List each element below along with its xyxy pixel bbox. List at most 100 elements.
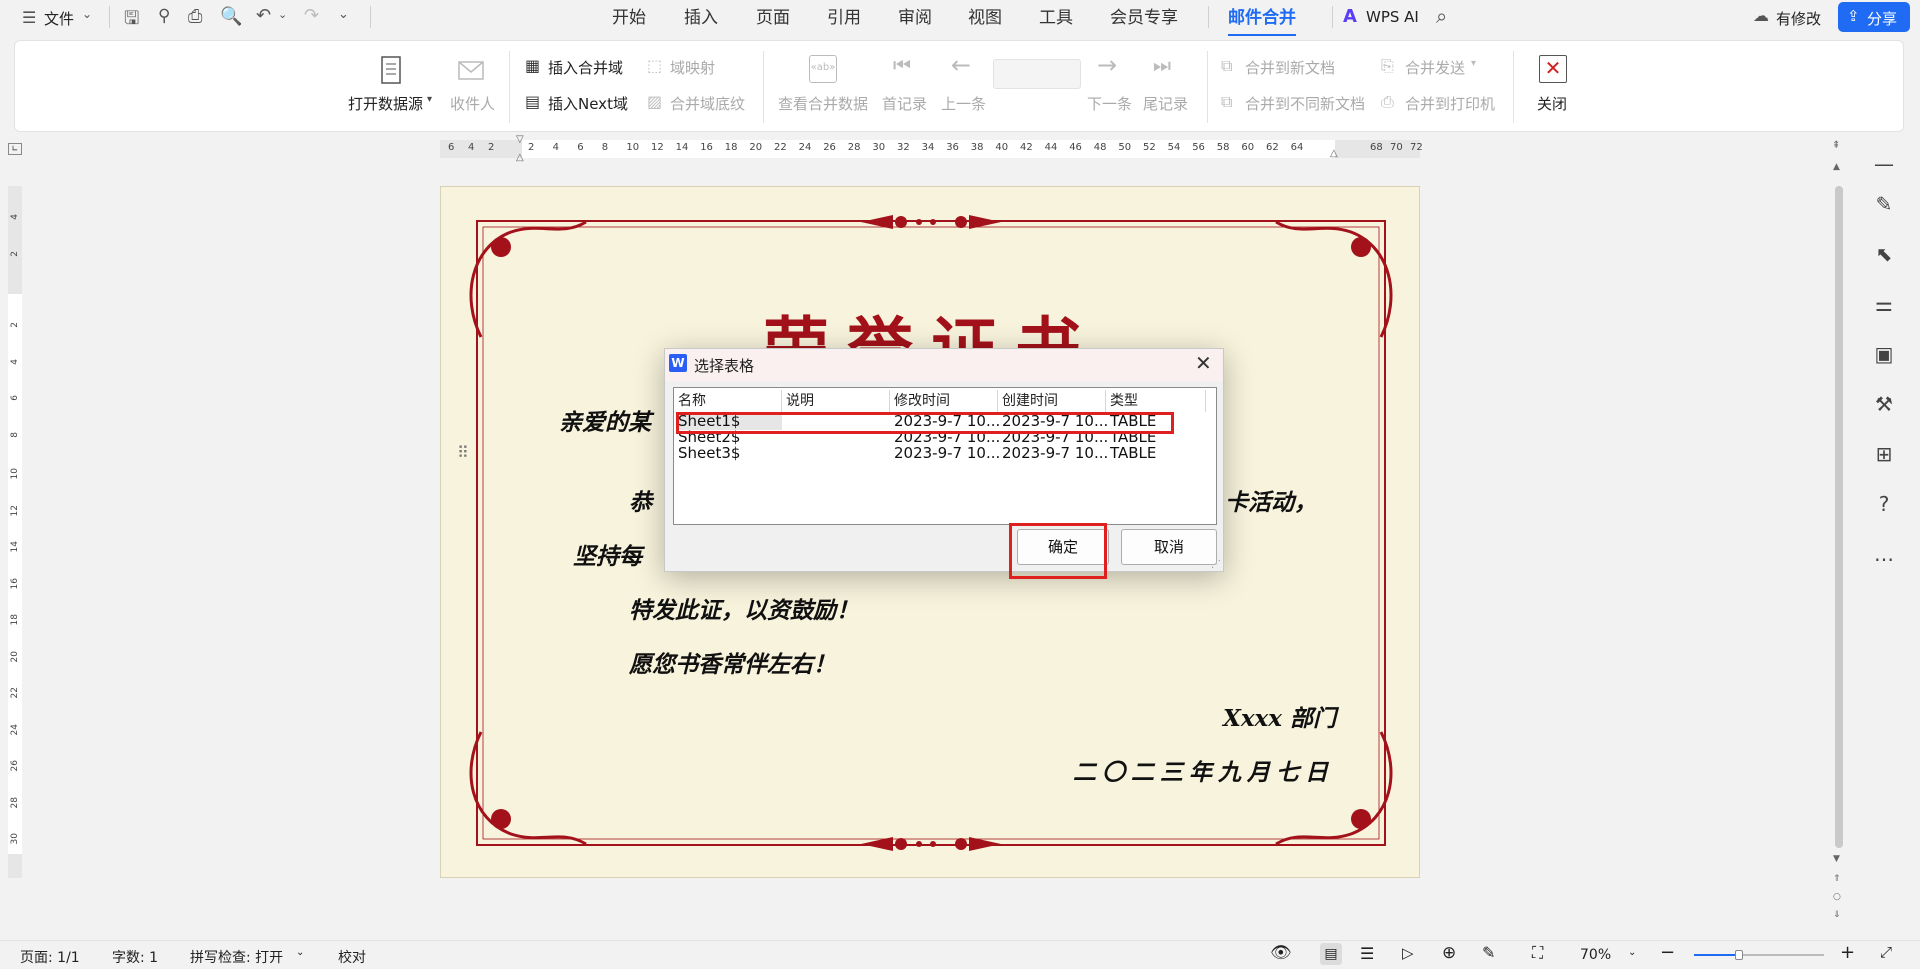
insert-field-icon[interactable]: ▦ <box>525 56 540 75</box>
tab-member[interactable]: 会员专享 <box>1110 6 1178 30</box>
tab-stop-selector[interactable]: ∟ <box>8 143 22 155</box>
column-header-created[interactable]: 创建时间 <box>998 390 1106 412</box>
page-indicator[interactable]: 页面: 1/1 <box>20 947 80 967</box>
web-view-icon[interactable]: ⊕ <box>1442 943 1456 963</box>
menu-icon[interactable]: ☰ <box>22 8 36 27</box>
save-icon[interactable]: 🖫 <box>124 6 139 36</box>
first-record-button[interactable]: 首记录 <box>882 93 927 114</box>
recipients-icon[interactable] <box>457 57 485 83</box>
merge-printer-button[interactable]: 合并到打印机 <box>1405 93 1495 114</box>
drag-handle-icon[interactable]: ⠿ <box>457 443 469 462</box>
chevron-down-icon[interactable]: ⌄ <box>278 8 287 21</box>
tools-icon[interactable]: ⚒ <box>1872 392 1896 416</box>
insert-next-field-button[interactable]: 插入Next域 <box>548 93 628 114</box>
view-merged-data-icon[interactable]: «ab» <box>809 55 837 83</box>
spell-check-status[interactable]: 拼写检查: 打开 <box>190 947 283 967</box>
sliders-icon[interactable]: ⚌ <box>1872 292 1896 316</box>
pen-mode-icon[interactable]: ✎ <box>1482 943 1495 962</box>
play-icon[interactable]: ▷ <box>1402 944 1414 962</box>
proofread-button[interactable]: 校对 <box>338 947 366 967</box>
data-source-icon[interactable] <box>377 55 407 85</box>
page-view-icon[interactable]: ▤ <box>1320 943 1342 965</box>
first-record-icon[interactable]: ⏮ <box>893 53 911 77</box>
image-icon[interactable]: ▣ <box>1872 342 1896 366</box>
right-indent-marker[interactable]: △ <box>1330 148 1338 159</box>
undo-icon[interactable]: ↶ <box>256 5 271 26</box>
recipients-button[interactable]: 收件人 <box>450 93 495 114</box>
vertical-scrollbar[interactable]: ⇞ ▲ ▼ ⇑ ○ ⇓ <box>1832 140 1846 930</box>
column-header-name[interactable]: 名称 <box>674 390 782 412</box>
dialog-titlebar[interactable]: W 选择表格 ✕ <box>665 349 1223 381</box>
map-icon[interactable]: ⊞ <box>1872 442 1896 466</box>
word-count[interactable]: 字数: 1 <box>112 947 158 967</box>
wps-ai-button[interactable]: WPS AI <box>1366 8 1419 26</box>
tab-mail-merge[interactable]: 邮件合并 <box>1228 6 1296 36</box>
modify-status[interactable]: 有修改 <box>1776 8 1821 29</box>
chevron-down-icon[interactable]: ▾ <box>427 94 432 105</box>
zoom-level[interactable]: 70% <box>1580 947 1611 963</box>
resize-grip-icon[interactable]: ⋰ <box>1211 559 1221 570</box>
chevron-down-icon[interactable]: ⌄ <box>82 7 92 21</box>
zoom-in-icon[interactable]: + <box>1840 942 1855 963</box>
open-data-source-button[interactable]: 打开数据源 <box>348 93 423 114</box>
tab-home[interactable]: 开始 <box>612 6 646 30</box>
file-menu[interactable]: 文件 <box>44 8 74 29</box>
next-page-icon[interactable]: ⇓ <box>1833 910 1841 920</box>
fullscreen-icon[interactable]: ⤢ <box>1880 943 1892 961</box>
merge-printer-icon[interactable]: ⎙ <box>1381 92 1394 112</box>
table-list[interactable]: 名称 说明 修改时间 创建时间 类型 Sheet1$ 2023-9-7 10..… <box>673 387 1217 525</box>
link-icon[interactable]: ⚲ <box>158 6 170 26</box>
dialog-close-icon[interactable]: ✕ <box>1195 351 1212 375</box>
merge-new-doc-icon[interactable]: ⧉ <box>1221 56 1232 76</box>
close-icon[interactable]: ✕ <box>1539 55 1567 83</box>
vertical-ruler[interactable]: 4 2 2 4 6 8 10 12 14 16 18 20 22 24 26 28 30 <box>8 186 22 878</box>
column-header-type[interactable]: 类型 <box>1106 390 1206 412</box>
cloud-icon[interactable]: ☁ <box>1753 6 1769 25</box>
merge-diff-doc-button[interactable]: 合并到不同新文档 <box>1245 93 1365 114</box>
next-arrow-icon[interactable]: → <box>1097 51 1117 79</box>
left-indent-marker[interactable]: △ <box>516 152 524 163</box>
zoom-out-icon[interactable]: − <box>1660 942 1675 963</box>
select-browse-icon[interactable]: ○ <box>1833 892 1841 902</box>
outline-view-icon[interactable]: ☰ <box>1360 944 1374 963</box>
field-shading-icon[interactable]: ▨ <box>647 92 662 111</box>
help-icon[interactable]: ? <box>1872 492 1896 516</box>
field-mapping-button[interactable]: 域映射 <box>670 57 715 78</box>
chevron-down-icon[interactable]: ⌄ <box>296 947 304 958</box>
fit-page-icon[interactable]: ⛶ <box>1532 943 1543 963</box>
zoom-slider[interactable] <box>1694 950 1824 960</box>
wps-ai-icon[interactable]: A <box>1343 6 1357 27</box>
more-icon[interactable]: … <box>1872 542 1896 566</box>
tab-view[interactable]: 视图 <box>968 6 1002 30</box>
tab-references[interactable]: 引用 <box>827 6 861 30</box>
merge-field-shading-button[interactable]: 合并域底纹 <box>670 93 745 114</box>
print-icon[interactable]: ⎙ <box>188 6 202 27</box>
scroll-top-icon[interactable]: ⇞ <box>1832 140 1840 151</box>
chevron-down-icon[interactable]: ⌄ <box>1628 947 1636 958</box>
merge-send-icon[interactable]: ⎘ <box>1381 56 1394 76</box>
tab-tools[interactable]: 工具 <box>1039 6 1073 30</box>
scroll-up-icon[interactable]: ▲ <box>1833 162 1840 172</box>
close-mail-merge-button[interactable]: 关闭 <box>1537 93 1567 114</box>
more-chevron-icon[interactable]: ⌄ <box>338 7 349 22</box>
collapse-icon[interactable]: — <box>1872 152 1896 176</box>
column-header-modified[interactable]: 修改时间 <box>890 390 998 412</box>
pen-icon[interactable]: ✎ <box>1872 192 1896 216</box>
tab-page[interactable]: 页面 <box>756 6 790 30</box>
tab-insert[interactable]: 插入 <box>684 6 718 30</box>
scrollbar-thumb[interactable] <box>1835 186 1843 848</box>
insert-merge-field-button[interactable]: 插入合并域 <box>548 57 623 78</box>
search-icon[interactable]: ⌕ <box>1436 4 1447 28</box>
select-cursor-icon[interactable]: ⬉ <box>1872 242 1896 266</box>
field-mapping-icon[interactable]: ⬚ <box>647 56 662 75</box>
last-record-icon[interactable]: ⏭ <box>1153 53 1171 77</box>
column-header-description[interactable]: 说明 <box>782 390 890 412</box>
chevron-down-icon[interactable]: ▾ <box>1471 58 1476 69</box>
view-merged-data-button[interactable]: 查看合并数据 <box>778 93 868 114</box>
tab-review[interactable]: 审阅 <box>898 6 932 30</box>
eye-protection-icon[interactable]: 👁 <box>1270 943 1292 963</box>
first-line-indent-marker[interactable]: ▽ <box>516 134 524 145</box>
merge-diff-doc-icon[interactable]: ⧉ <box>1221 92 1232 112</box>
prev-page-icon[interactable]: ⇑ <box>1833 874 1841 884</box>
scroll-down-icon[interactable]: ▼ <box>1833 854 1840 864</box>
